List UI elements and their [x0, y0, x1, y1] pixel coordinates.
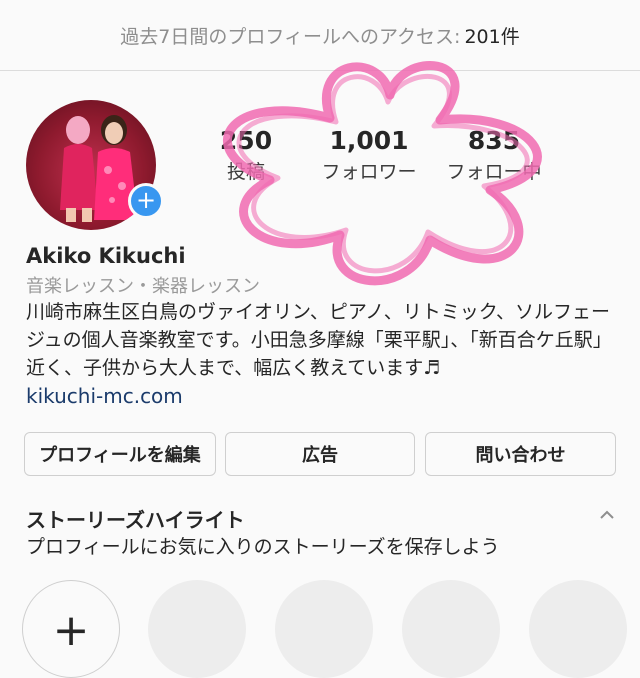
followers-label: フォロワー	[321, 161, 417, 183]
highlight-placeholder	[148, 580, 246, 678]
following-count: 835	[467, 126, 521, 155]
posts-count: 250	[219, 126, 273, 155]
posts-label: 投稿	[226, 161, 265, 183]
highlights-description: プロフィールにお気に入りのストーリーズを保存しよう	[26, 536, 500, 558]
highlight-placeholder	[529, 580, 627, 678]
highlights-title: ストーリーズハイライト	[26, 508, 245, 532]
stat-following[interactable]: 835 フォロー中	[424, 126, 564, 184]
profile-website-link[interactable]: kikuchi-mc.com	[26, 384, 183, 408]
chevron-up-icon[interactable]	[598, 506, 616, 524]
stat-posts[interactable]: 250 投稿	[176, 126, 316, 184]
profile-access-banner[interactable]: 過去7日間のプロフィールへのアクセス: 201件	[0, 0, 640, 71]
add-story-icon[interactable]: +	[128, 183, 164, 219]
highlight-placeholder	[402, 580, 500, 678]
contact-button[interactable]: 問い合わせ	[425, 432, 616, 476]
edit-profile-button[interactable]: プロフィールを編集	[24, 432, 216, 476]
highlight-placeholder	[275, 580, 373, 678]
following-label: フォロー中	[446, 161, 542, 183]
ads-button[interactable]: 広告	[225, 432, 415, 476]
profile-bio: 川崎市麻生区白鳥のヴァイオリン、ピアノ、リトミック、ソルフェージュの個人音楽教室…	[26, 301, 612, 379]
access-text: 過去7日間のプロフィールへのアクセス:	[120, 25, 461, 48]
followers-count: 1,001	[329, 126, 409, 155]
profile-name: Akiko Kikuchi	[26, 244, 186, 268]
new-highlight-button[interactable]: +	[22, 580, 120, 678]
profile-category: 音楽レッスン・楽器レッスン	[26, 276, 260, 297]
stat-followers[interactable]: 1,001 フォロワー	[299, 126, 439, 184]
plus-icon: +	[52, 605, 90, 656]
access-count: 201件	[464, 25, 520, 48]
